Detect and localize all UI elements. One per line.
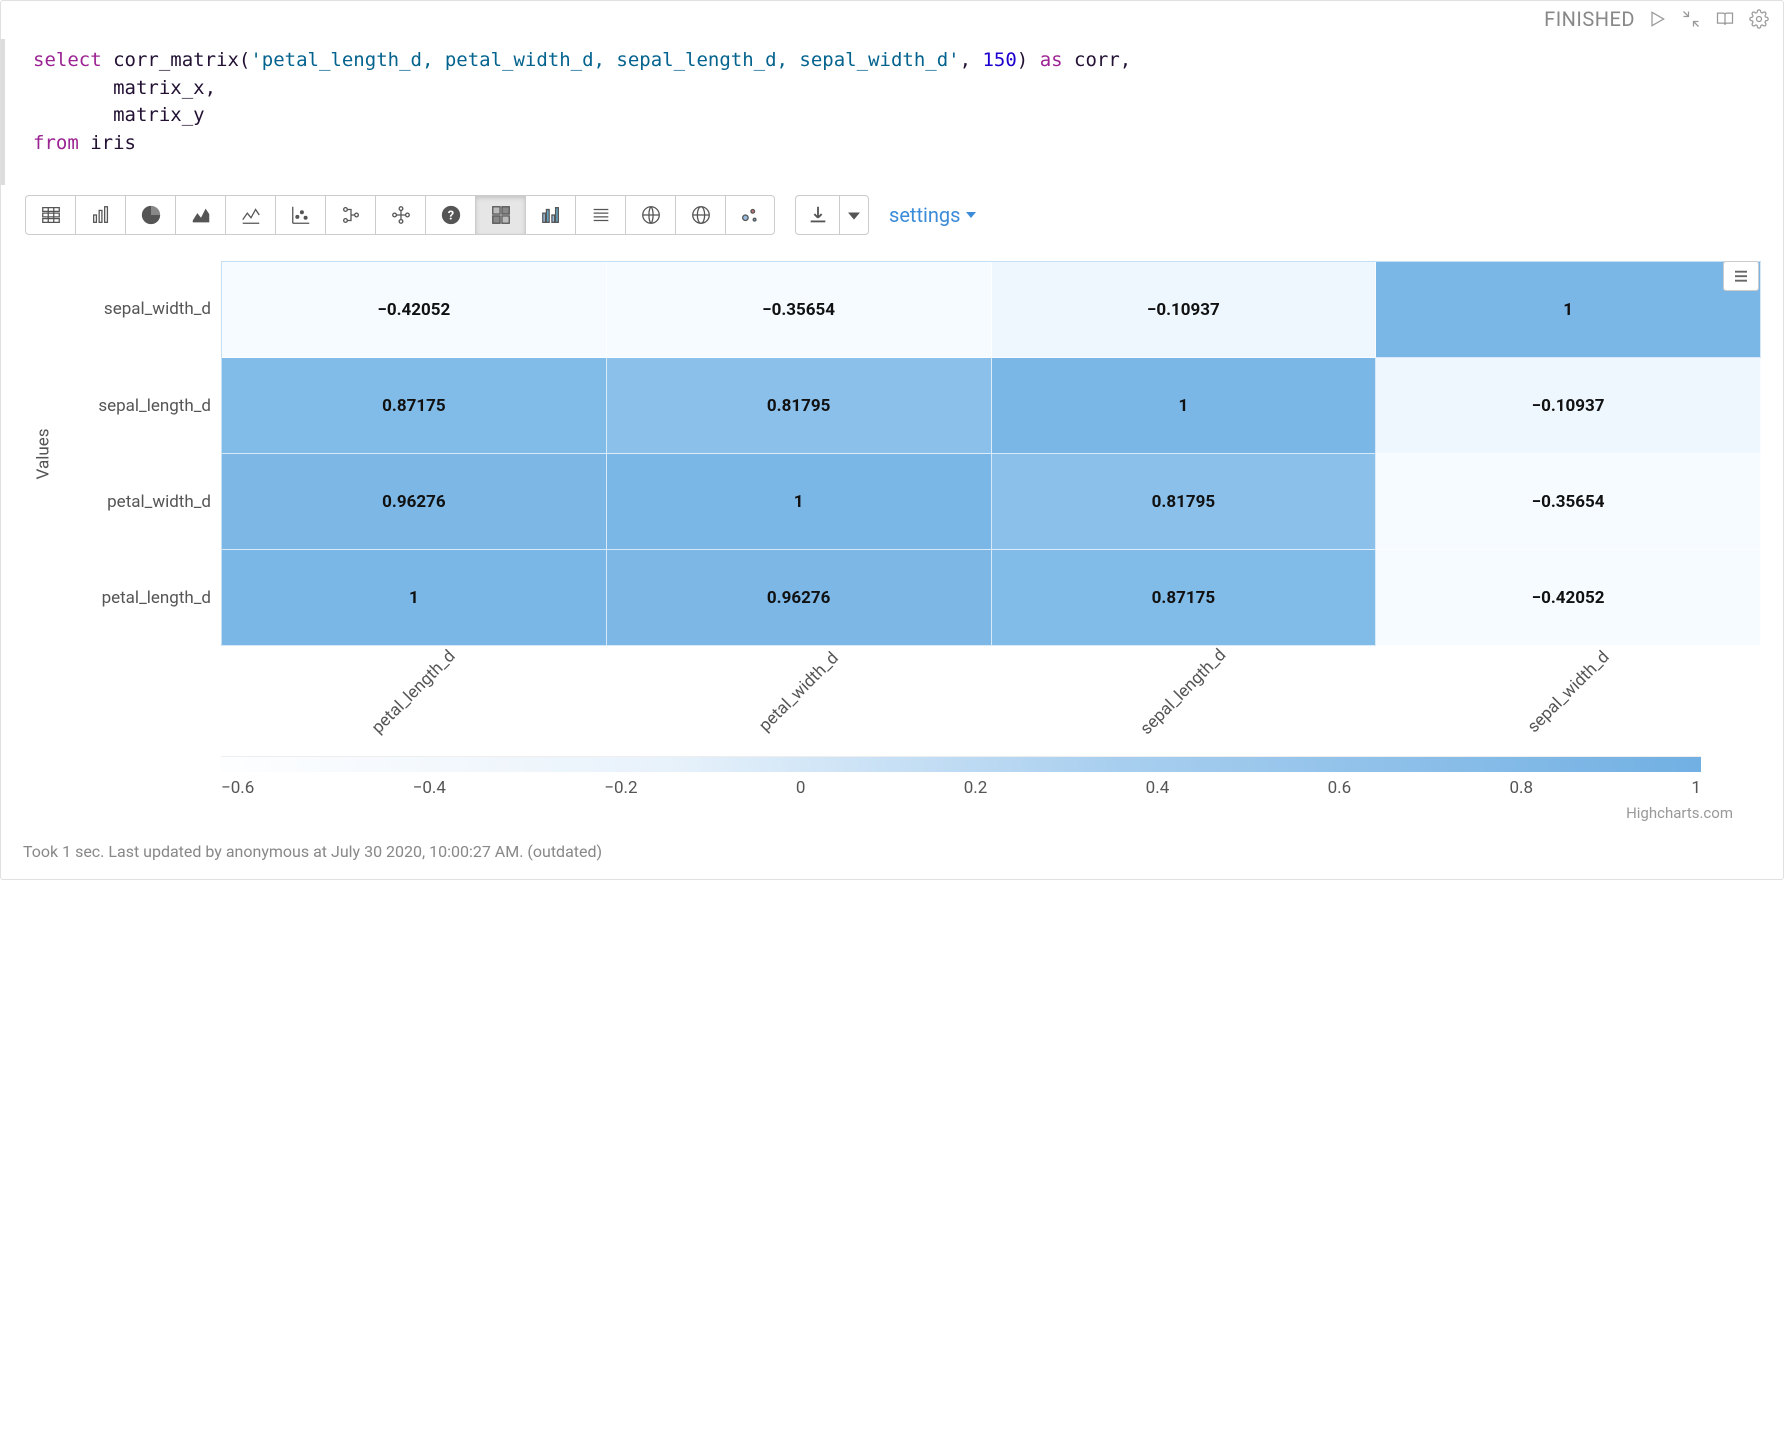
tree-chart-icon[interactable] — [325, 195, 375, 235]
visualization-toolbar: ? settings — [1, 185, 1783, 235]
color-axis-tick: 0 — [796, 778, 806, 798]
stacked-bar-icon[interactable] — [575, 195, 625, 235]
heatmap-cell[interactable]: 1 — [1376, 262, 1761, 358]
scatter-chart-icon[interactable] — [275, 195, 325, 235]
chart-container: Values sepal_width_dsepal_length_dpetal_… — [23, 261, 1761, 822]
heatmap-cell[interactable]: 0.96276 — [222, 454, 607, 550]
color-axis-gradient — [221, 756, 1701, 772]
heatmap-cell[interactable]: −0.42052 — [222, 262, 607, 358]
color-axis-tick: −0.4 — [413, 778, 446, 798]
y-axis-tick-label: petal_length_d — [63, 550, 211, 646]
heatmap-cell[interactable]: 0.96276 — [607, 550, 992, 646]
heatmap: Values sepal_width_dsepal_length_dpetal_… — [23, 261, 1761, 646]
heatmap-grid[interactable]: −0.42052−0.35654−0.1093710.871750.817951… — [221, 261, 1761, 646]
bubble-chart-icon[interactable] — [725, 195, 775, 235]
y-axis-tick-label: petal_width_d — [63, 454, 211, 550]
download-caret-icon[interactable] — [839, 195, 869, 235]
heatmap-cell[interactable]: 1 — [222, 550, 607, 646]
cell-footer-status: Took 1 sec. Last updated by anonymous at… — [1, 822, 1783, 879]
status-bar: FINISHED — [1, 1, 1783, 31]
color-axis-tick: 0.6 — [1328, 778, 1352, 798]
x-axis-tick-label: sepal_width_d — [1376, 652, 1761, 748]
sql-code-editor[interactable]: select corr_matrix('petal_length_d, peta… — [1, 39, 1783, 185]
x-axis-tick-label: petal_width_d — [606, 652, 991, 748]
collapse-icon[interactable] — [1681, 9, 1701, 29]
color-axis-tick: −0.2 — [604, 778, 637, 798]
heatmap-cell[interactable]: −0.35654 — [1376, 454, 1761, 550]
y-axis-tick-label: sepal_length_d — [63, 358, 211, 454]
chart-type-buttons: ? — [25, 195, 775, 235]
heatmap-cell[interactable]: 0.87175 — [222, 358, 607, 454]
notebook-cell: FINISHED select corr_matrix('petal_lengt… — [0, 0, 1784, 880]
heatmap-cell[interactable]: 0.81795 — [992, 454, 1377, 550]
line-chart-icon[interactable] — [225, 195, 275, 235]
heatmap-cell[interactable]: 1 — [607, 454, 992, 550]
x-axis-tick-label: sepal_length_d — [991, 652, 1376, 748]
color-axis-tick: −0.6 — [221, 778, 254, 798]
y-axis-title: Values — [33, 428, 53, 479]
book-icon[interactable] — [1715, 9, 1735, 29]
network-chart-icon[interactable] — [375, 195, 425, 235]
y-axis-tick-label: sepal_width_d — [63, 261, 211, 357]
globe-icon[interactable] — [625, 195, 675, 235]
heatmap-cell[interactable]: 0.87175 — [992, 550, 1377, 646]
color-axis: −0.6 −0.4 −0.2 0 0.2 0.4 0.6 0.8 1 — [221, 756, 1701, 798]
area-chart-icon[interactable] — [175, 195, 225, 235]
color-axis-tick: 0.8 — [1509, 778, 1533, 798]
heatmap-cell[interactable]: −0.42052 — [1376, 550, 1761, 646]
run-icon[interactable] — [1647, 9, 1667, 29]
caret-down-icon — [966, 212, 976, 218]
color-axis-tick: 0.2 — [964, 778, 988, 798]
status-icons — [1647, 9, 1769, 29]
download-group — [795, 195, 869, 235]
y-axis-categories: sepal_width_dsepal_length_dpetal_width_d… — [63, 261, 221, 646]
pie-chart-icon[interactable] — [125, 195, 175, 235]
heatmap-cell[interactable]: −0.10937 — [992, 262, 1377, 358]
table-icon[interactable] — [25, 195, 75, 235]
download-icon[interactable] — [795, 195, 839, 235]
svg-text:?: ? — [447, 209, 453, 224]
color-axis-ticks: −0.6 −0.4 −0.2 0 0.2 0.4 0.6 0.8 1 — [221, 778, 1701, 798]
chart-credits[interactable]: Highcharts.com — [23, 798, 1761, 822]
grouped-bar-icon[interactable] — [525, 195, 575, 235]
heatmap-cell[interactable]: −0.35654 — [607, 262, 992, 358]
color-axis-tick: 0.4 — [1146, 778, 1170, 798]
heatmap-cell[interactable]: 0.81795 — [607, 358, 992, 454]
help-icon[interactable]: ? — [425, 195, 475, 235]
gear-icon[interactable] — [1749, 9, 1769, 29]
globe-alt-icon[interactable] — [675, 195, 725, 235]
color-axis-tick: 1 — [1691, 778, 1701, 798]
chart-context-menu-icon[interactable] — [1723, 261, 1759, 291]
x-axis-tick-label: petal_length_d — [221, 652, 606, 748]
heatmap-icon[interactable] — [475, 195, 525, 235]
settings-link[interactable]: settings — [889, 203, 976, 227]
settings-link-label: settings — [889, 203, 960, 227]
heatmap-cell[interactable]: −0.10937 — [1376, 358, 1761, 454]
heatmap-cell[interactable]: 1 — [992, 358, 1377, 454]
x-axis-categories: petal_length_dpetal_width_dsepal_length_… — [221, 652, 1761, 748]
status-label: FINISHED — [1544, 7, 1635, 31]
bar-chart-icon[interactable] — [75, 195, 125, 235]
